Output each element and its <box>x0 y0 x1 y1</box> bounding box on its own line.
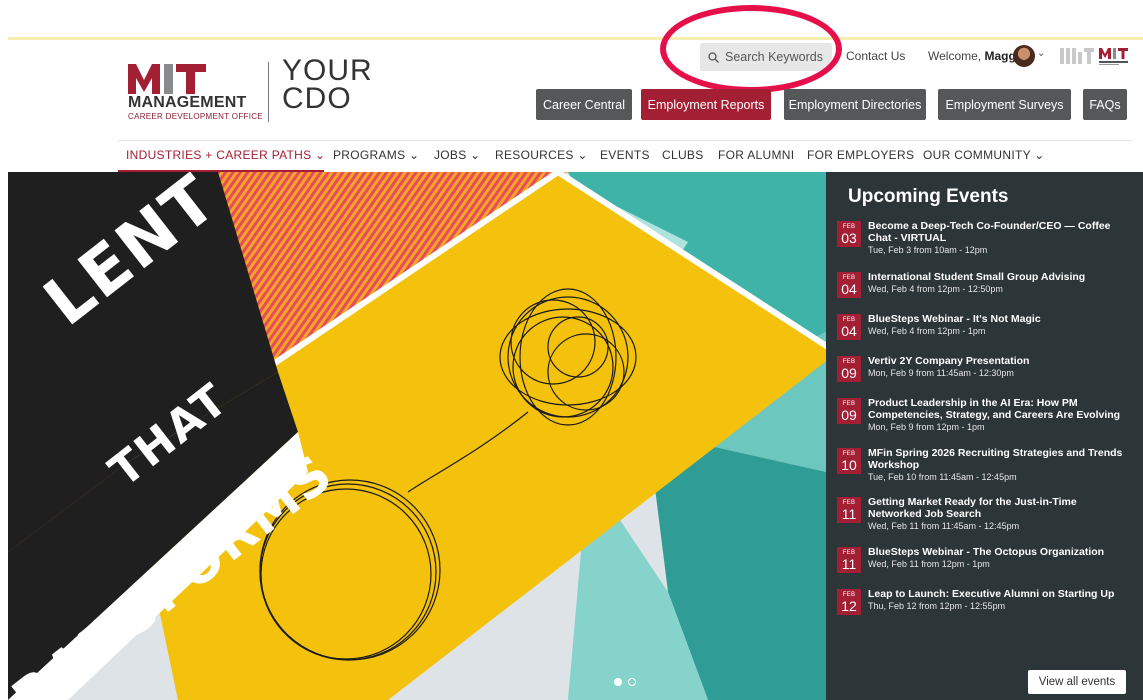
contact-us-link[interactable]: Contact Us <box>846 49 905 63</box>
event-item[interactable]: FEB 11 Getting Market Ready for the Just-i… <box>837 496 1128 532</box>
nav-for-employers[interactable]: FOR EMPLOYERS <box>807 148 914 162</box>
logo-office-text: CAREER DEVELOPMENT OFFICE <box>128 112 263 121</box>
event-body: BlueSteps Webinar - It's Not Magic Wed, F… <box>868 313 1128 340</box>
highlight-annotation-circle <box>660 5 842 93</box>
event-day: 09 <box>841 364 857 381</box>
event-item[interactable]: FEB 04 International Student Small Group A… <box>837 271 1128 298</box>
event-title[interactable]: Become a Deep-Tech Co-Founder/CEO — Coff… <box>868 220 1128 244</box>
nav-our-community[interactable]: OUR COMMUNITY ⌄ <box>923 148 1045 162</box>
event-body: MFin Spring 2026 Recruiting Strategies a… <box>868 447 1128 483</box>
mit-management-logo[interactable]: MANAGEMENT CAREER DEVELOPMENT OFFICE <box>128 62 268 122</box>
event-time: Wed, Feb 11 from 11:45am - 12:45pm <box>868 521 1020 531</box>
event-day: 09 <box>841 406 857 423</box>
event-day: 12 <box>841 597 857 614</box>
event-date-badge: FEB 10 <box>837 448 861 474</box>
event-title[interactable]: BlueSteps Webinar - It's Not Magic <box>868 313 1128 325</box>
event-date-badge: FEB 12 <box>837 589 861 615</box>
avatar[interactable] <box>1013 45 1035 67</box>
logo-management-text: MANAGEMENT <box>128 94 247 111</box>
event-time: Wed, Feb 4 from 12pm - 12:50pm <box>868 284 1003 294</box>
event-item[interactable]: FEB 09 Vertiv 2Y Company Presentation Mon, … <box>837 355 1128 382</box>
welcome-text: Welcome, Maggie <box>928 49 1026 63</box>
event-time: Mon, Feb 9 from 12pm - 1pm <box>868 422 985 432</box>
event-item[interactable]: FEB 03 Become a Deep-Tech Co-Founder/CEO —… <box>837 220 1128 256</box>
nav-programs[interactable]: PROGRAMS ⌄ <box>333 148 419 162</box>
event-item[interactable]: FEB 04 BlueSteps Webinar - It's Not Magic W… <box>837 313 1128 340</box>
event-body: Vertiv 2Y Company Presentation Mon, Feb 9… <box>868 355 1128 382</box>
event-time: Tue, Feb 3 from 10am - 12pm <box>868 245 988 255</box>
event-day: 10 <box>841 456 857 473</box>
header-separator <box>118 140 1132 141</box>
event-body: International Student Small Group Advisi… <box>868 271 1128 298</box>
mit-letters-icon <box>128 64 206 94</box>
event-date-badge: FEB 04 <box>837 272 861 298</box>
event-item[interactable]: FEB 10 MFin Spring 2026 Recruiting Strateg… <box>837 447 1128 483</box>
view-all-events-button[interactable]: View all events <box>1028 670 1126 694</box>
faqs-button[interactable]: FAQs <box>1083 89 1127 120</box>
event-time: Wed, Feb 11 from 12pm - 1pm <box>868 559 990 569</box>
event-title[interactable]: Product Leadership in the AI Era: How PM… <box>868 397 1128 421</box>
event-day: 04 <box>841 280 857 297</box>
logo-cdo-text: CDO <box>282 82 352 115</box>
event-item[interactable]: FEB 09 Product Leadership in the AI Era: H… <box>837 397 1128 433</box>
event-date-badge: FEB 04 <box>837 314 861 340</box>
event-title[interactable]: Vertiv 2Y Company Presentation <box>868 355 1128 367</box>
event-date-badge: FEB 11 <box>837 497 861 523</box>
events-title: Upcoming Events <box>848 186 1009 207</box>
carousel-dots[interactable] <box>614 678 636 686</box>
career-central-button[interactable]: Career Central <box>536 89 632 120</box>
event-time: Wed, Feb 4 from 12pm - 1pm <box>868 326 986 336</box>
event-body: Become a Deep-Tech Co-Founder/CEO — Coff… <box>868 220 1128 256</box>
event-day: 11 <box>841 555 857 572</box>
event-body: BlueSteps Webinar - The Octopus Organiza… <box>868 546 1128 573</box>
carousel-dot-2[interactable] <box>628 678 636 686</box>
employment-surveys-button[interactable]: Employment Surveys <box>938 89 1071 120</box>
logo-divider <box>268 62 269 122</box>
nav-jobs[interactable]: JOBS ⌄ <box>434 148 481 162</box>
event-time: Tue, Feb 10 from 11:45am - 12:45pm <box>868 472 1017 482</box>
event-title[interactable]: Leap to Launch: Executive Alumni on Star… <box>868 588 1128 600</box>
nav-for-alumni[interactable]: FOR ALUMNI <box>718 148 794 162</box>
employment-directories-button[interactable]: Employment Directories <box>784 89 926 120</box>
event-time: Mon, Feb 9 from 11:45am - 12:30pm <box>868 368 1014 378</box>
employment-reports-button[interactable]: Employment Reports <box>641 89 771 120</box>
chevron-down-icon[interactable]: ⌄ <box>1037 48 1045 59</box>
event-body: Product Leadership in the AI Era: How PM… <box>868 397 1128 433</box>
event-item[interactable]: FEB 12 Leap to Launch: Executive Alumni on… <box>837 588 1128 615</box>
event-day: 11 <box>841 505 857 522</box>
carousel-dot-1[interactable] <box>614 678 622 686</box>
event-day: 03 <box>841 229 857 246</box>
event-title[interactable]: MFin Spring 2026 Recruiting Strategies a… <box>868 447 1128 471</box>
event-title[interactable]: Getting Market Ready for the Just-in-Tim… <box>868 496 1128 520</box>
event-item[interactable]: FEB 11 BlueSteps Webinar - The Octopus Org… <box>837 546 1128 573</box>
event-date-badge: FEB 03 <box>837 221 861 247</box>
event-date-badge: FEB 09 <box>837 356 861 382</box>
event-title[interactable]: BlueSteps Webinar - The Octopus Organiza… <box>868 546 1128 558</box>
mit-management-small-logo-icon[interactable] <box>1099 47 1129 67</box>
event-day: 04 <box>841 322 857 339</box>
event-date-badge: FEB 09 <box>837 398 861 424</box>
event-time: Thu, Feb 12 from 12pm - 12:55pm <box>868 601 1006 611</box>
nav-resources[interactable]: RESOURCES ⌄ <box>495 148 588 162</box>
nav-industries-career-paths[interactable]: INDUSTRIES + CAREER PATHS ⌄ <box>126 148 325 162</box>
event-date-badge: FEB 11 <box>837 547 861 573</box>
nav-clubs[interactable]: CLUBS <box>662 148 704 162</box>
event-body: Getting Market Ready for the Just-in-Tim… <box>868 496 1128 532</box>
hero-banner[interactable]: LENT THAT RANSFORMS <box>8 172 826 700</box>
nav-events[interactable]: EVENTS <box>600 148 650 162</box>
mit-gray-logo-icon[interactable] <box>1060 47 1094 65</box>
event-body: Leap to Launch: Executive Alumni on Star… <box>868 588 1128 615</box>
welcome-prefix: Welcome, <box>928 49 985 63</box>
top-accent-line <box>8 37 1143 40</box>
event-title[interactable]: International Student Small Group Advisi… <box>868 271 1128 283</box>
